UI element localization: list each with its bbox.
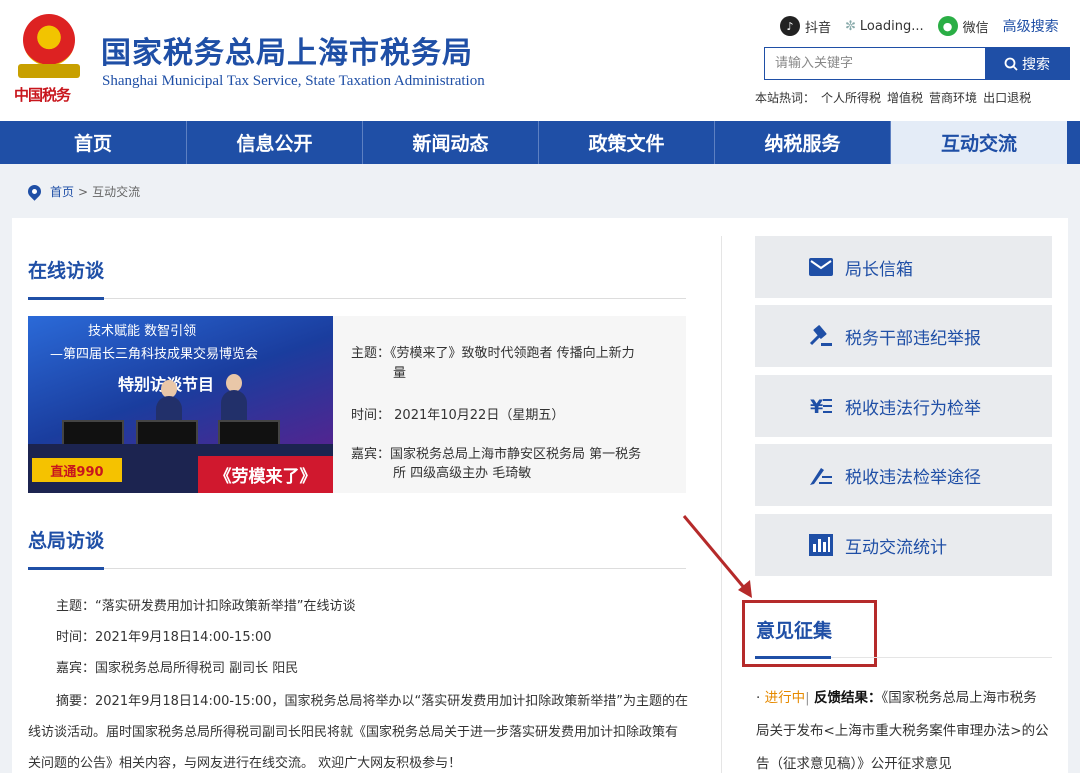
breadcrumb: 首页 > 互动交流 (25, 182, 141, 201)
photo-banner: 《劳模来了》 (198, 456, 333, 493)
column-divider (721, 236, 722, 773)
interaction-stats-button[interactable]: 互动交流统计 (755, 514, 1052, 576)
wechat-icon: ● (937, 16, 958, 36)
hot-word-link[interactable]: 个人所得税 (821, 89, 881, 106)
interview-time: 时间： 2021年10月22日（星期五） (351, 406, 564, 426)
cadre-violation-report-label: 税务干部违纪举报 (845, 328, 981, 349)
hot-word-link[interactable]: 营商环境 (929, 89, 977, 106)
opinion-status: 进行中 (764, 690, 806, 706)
search-button-label: 搜索 (1022, 56, 1050, 73)
douyin-icon: ♪ (780, 16, 800, 36)
opinion-divider: | (805, 690, 810, 706)
emblem-base (18, 64, 80, 78)
interview-subject[interactable]: 主题：《劳模来了》致敬时代领跑者 传播向上新力 (351, 344, 635, 364)
nav-item-news[interactable]: 新闻动态 (363, 121, 539, 164)
nav-item-service[interactable]: 纳税服务 (715, 121, 891, 164)
location-pin-icon (25, 182, 44, 201)
time-label: 时间： (351, 408, 391, 423)
subject-label: 主题： (351, 346, 391, 361)
mail-icon (809, 256, 833, 278)
hq-interview-underline (28, 567, 686, 570)
nav-item-interaction[interactable]: 互动交流 (891, 121, 1067, 164)
site-subtitle: Shanghai Municipal Tax Service, State Ta… (102, 73, 485, 89)
breadcrumb-current: 互动交流 (92, 185, 141, 199)
interview-guest: 嘉宾：国家税务总局上海市静安区税务局 第一税务 (351, 445, 641, 465)
time-text: 2021年10月22日（星期五） (394, 408, 565, 423)
opinion-feedback-label: 反馈结果： (813, 690, 882, 706)
advanced-search-link[interactable]: 高级搜索 (1003, 16, 1059, 36)
featured-interview-card[interactable]: 技术赋能 数智引领 —第四届长三角科技成果交易博览会 特别访谈节目 直通990 … (28, 316, 686, 493)
loading-spinner-icon: ✼ (845, 18, 856, 34)
wechat-label: 微信 (962, 20, 989, 36)
search-input[interactable] (765, 48, 985, 79)
report-channels-button[interactable]: 税收违法检举途径 (755, 444, 1052, 506)
photo-caption-2: —第四届长三角科技成果交易博览会 (50, 347, 259, 362)
hq-guest: 嘉宾：国家税务总局所得税司 副司长 阳民 (56, 661, 299, 676)
hot-words-label: 本站热词： (755, 91, 816, 105)
bar-chart-icon (809, 534, 833, 556)
director-mailbox-label: 局长信箱 (845, 259, 913, 280)
breadcrumb-home[interactable]: 首页 (50, 183, 74, 200)
site-header: 中国税务 国家税务总局上海市税务局 Shanghai Municipal Tax… (0, 0, 1080, 121)
douyin-label: 抖音 (805, 20, 832, 36)
director-mailbox-button[interactable]: 局长信箱 (755, 236, 1052, 298)
nav-item-info[interactable]: 信息公开 (187, 121, 363, 164)
svg-text:¥: ¥ (810, 396, 823, 417)
wechat-link[interactable]: ● 微信 (937, 16, 989, 36)
photo-badge: 直通990 (32, 458, 122, 482)
hq-time: 时间：2021年9月18日14:00-15:00 (56, 630, 272, 645)
search-button[interactable]: 搜索 (985, 48, 1069, 79)
guest-text-1: 国家税务总局上海市静安区税务局 第一税务 (390, 447, 642, 462)
annotation-arrow-icon (682, 515, 752, 598)
bullet-dot: · (756, 690, 765, 706)
interaction-stats-label: 互动交流统计 (845, 537, 947, 558)
hot-word-link[interactable]: 出口退税 (983, 89, 1031, 106)
emblem-script-text: 中国税务 (14, 86, 71, 104)
search-box: 搜索 (764, 47, 1070, 80)
breadcrumb-separator: > (78, 184, 89, 199)
hot-word-link[interactable]: 增值税 (887, 89, 923, 106)
loading-indicator: ✼ Loading... (845, 19, 924, 34)
main-nav: 首页 信息公开 新闻动态 政策文件 纳税服务 互动交流 (0, 121, 1080, 164)
opinion-item[interactable]: · 进行中| 反馈结果：《国家税务总局上海市税务局关于发布<上海市重大税务案件审… (756, 682, 1050, 773)
pen-list-icon (809, 464, 833, 486)
interview-subject-cont: 量 (393, 366, 407, 381)
photo-caption-1: 技术赋能 数智引领 (88, 324, 197, 339)
hot-words: 本站热词： 个人所得税 增值税 营商环境 出口退税 (755, 89, 1037, 106)
hq-summary: 摘要：2021年9月18日14:00-15:00，国家税务总局将举办以“落实研发… (28, 694, 688, 771)
online-interview-title[interactable]: 在线访谈 (28, 256, 104, 283)
tax-violation-report-button[interactable]: ¥ 税收违法行为检举 (755, 375, 1052, 437)
nav-item-policy[interactable]: 政策文件 (539, 121, 715, 164)
douyin-link[interactable]: ♪ 抖音 (780, 16, 831, 36)
hq-interview-title[interactable]: 总局访谈 (28, 526, 104, 553)
report-channels-label: 税收违法检举途径 (845, 467, 981, 488)
gavel-icon (809, 325, 833, 347)
interview-photo[interactable]: 技术赋能 数智引领 —第四届长三角科技成果交易博览会 特别访谈节目 直通990 … (28, 316, 333, 493)
top-links: ♪ 抖音 ✼ Loading... ● 微信 高级搜索 (780, 16, 1073, 36)
loading-label: Loading... (859, 18, 924, 34)
tax-violation-report-label: 税收违法行为检举 (845, 398, 981, 419)
tax-report-icon: ¥ (809, 395, 833, 417)
tax-emblem-logo[interactable]: 中国税务 (14, 14, 84, 106)
search-icon (1004, 57, 1018, 71)
online-interview-underline (28, 297, 686, 300)
subject-text-1: 《劳模来了》致敬时代领跑者 传播向上新力 (390, 346, 635, 361)
guest-label: 嘉宾： (351, 447, 391, 462)
interview-guest-cont: 所 四级高级主办 毛琦敏 (393, 466, 532, 481)
opinion-underline (755, 656, 1052, 659)
site-title[interactable]: 国家税务总局上海市税务局 (101, 28, 473, 72)
opinion-title[interactable]: 意见征集 (756, 616, 832, 643)
hq-subject[interactable]: 主题：“落实研发费用加计扣除政策新举措”在线访谈 (56, 595, 355, 614)
nav-item-home[interactable]: 首页 (0, 121, 187, 164)
cadre-violation-report-button[interactable]: 税务干部违纪举报 (755, 305, 1052, 367)
emblem-icon (23, 14, 75, 66)
